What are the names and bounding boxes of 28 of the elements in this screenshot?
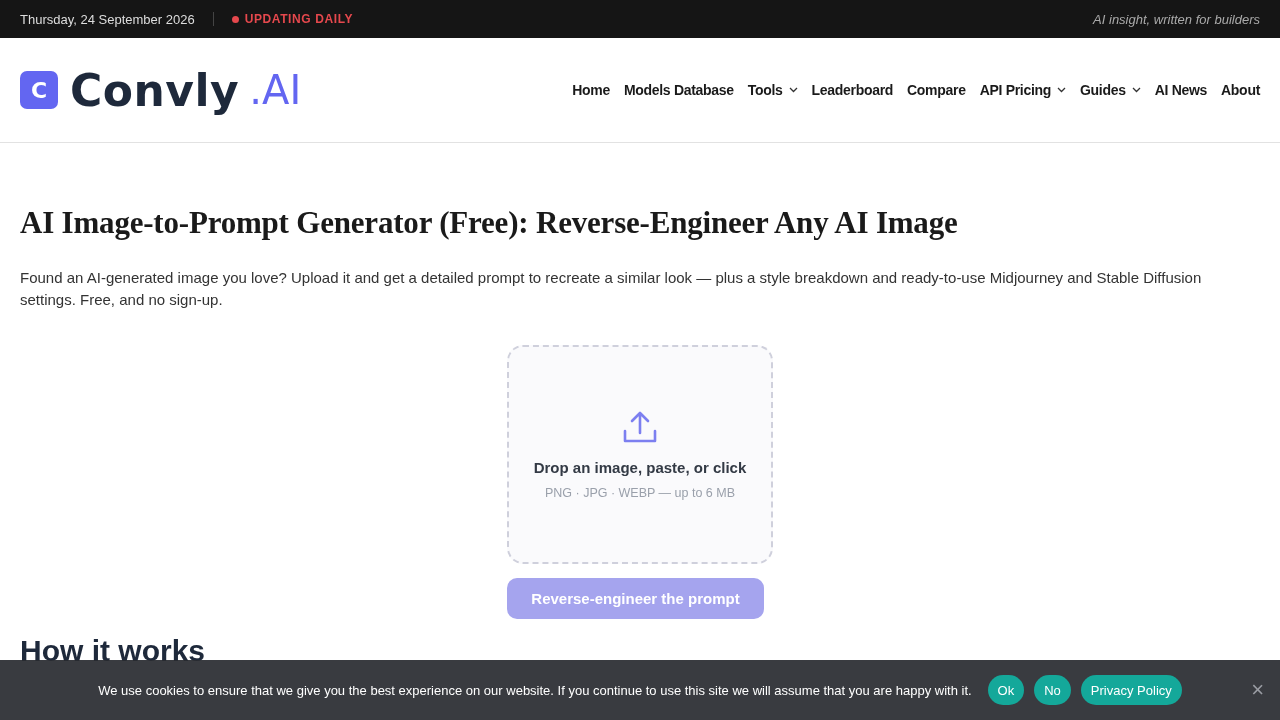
cookie-message: We use cookies to ensure that we give you the best experience on our website. If you continue to use this site we will assume that you are happy with it. <box>98 682 972 698</box>
logo-name[interactable]: Convly <box>70 64 240 116</box>
tagline: AI insight, written for builders <box>1093 11 1260 27</box>
intro-text: Found an AI-generated image you love? Upload it and get a detailed prompt to recreate a similar look — plus a style breakdown and ready-to-use Midjourney and Stable Diffusion settings. Free, and no sign-up. <box>20 268 1203 310</box>
nav-link[interactable]: Compare <box>907 82 966 98</box>
chevron-down-icon <box>1131 87 1141 93</box>
upload-dropzone[interactable]: Drop an image, paste, or click PNG · JPG · WEBP — up to 6 MB <box>507 345 773 564</box>
chevron-down-icon <box>1057 87 1067 93</box>
page-title: AI Image-to-Prompt Generator (Free): Reverse-Engineer Any AI Image <box>20 205 959 241</box>
date-text: Thursday, 24 September 2026 <box>20 11 195 27</box>
dropzone-label: Drop an image, paste, or click <box>533 459 747 476</box>
nav-link[interactable]: AI News <box>1154 82 1208 98</box>
logo-suffix[interactable]: .AI <box>249 67 302 113</box>
dropzone-hint: PNG · JPG · WEBP — up to 6 MB <box>544 486 736 500</box>
nav-link[interactable]: API Pricing <box>979 82 1067 98</box>
status-label: UPDATING DAILY <box>231 12 354 26</box>
close-button[interactable]: × <box>1251 680 1264 700</box>
upload-icon <box>622 409 658 445</box>
nav-link[interactable]: Guides <box>1080 82 1141 98</box>
chevron-down-icon <box>788 87 798 93</box>
status-dot <box>231 15 239 23</box>
nav-link[interactable]: About <box>1221 82 1260 98</box>
nav-link[interactable]: Models Database <box>623 82 734 98</box>
logo-mark[interactable]: C <box>20 71 58 109</box>
nav-link[interactable]: Leaderboard <box>811 82 894 98</box>
nav-link[interactable]: Home <box>572 82 610 98</box>
section-heading: How it works <box>20 633 207 669</box>
nav-link[interactable]: Tools <box>747 82 798 98</box>
